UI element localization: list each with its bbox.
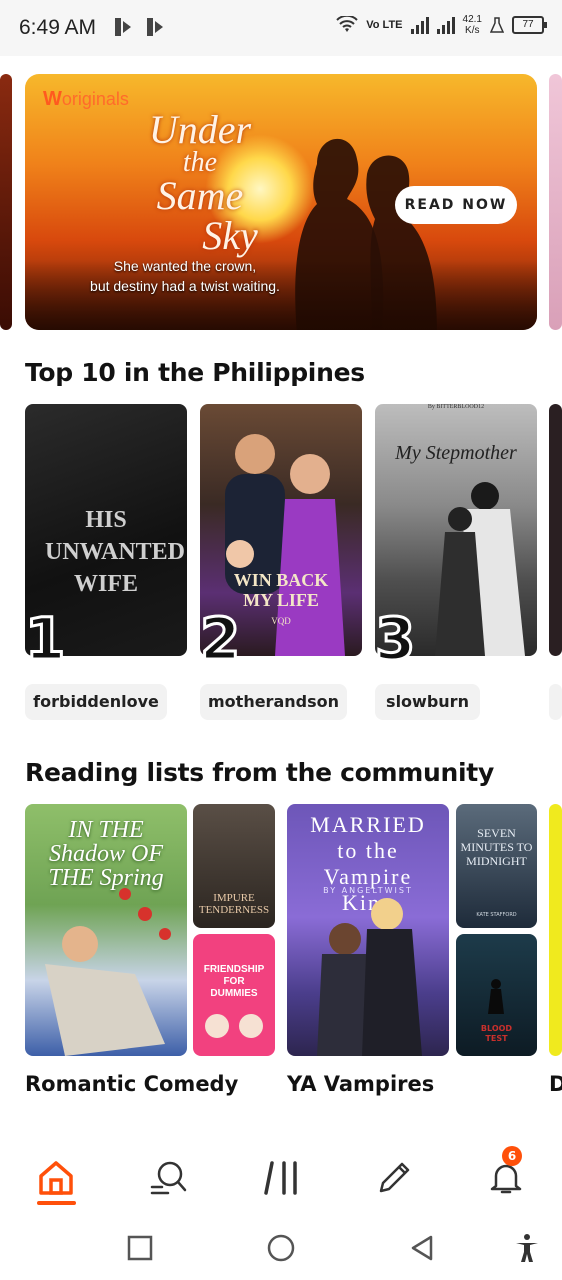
- app-notification-icon: [115, 18, 131, 36]
- nav-search[interactable]: [140, 1150, 196, 1206]
- status-bar: 6:49 AM Vo LTE 42.1 K/s 77: [0, 0, 562, 56]
- back-triangle-icon: [411, 1235, 433, 1261]
- reading-list-name[interactable]: Romantic Comedy: [25, 1072, 238, 1096]
- cover-title: WIN BACK MY LIFE: [233, 570, 329, 610]
- banner-title: Under the Same Sky: [115, 110, 285, 256]
- cover-art: [317, 898, 422, 1056]
- accessibility-icon: [516, 1234, 538, 1262]
- section-title-top10: Top 10 in the Philippines: [25, 358, 365, 387]
- bell-icon: [490, 1164, 522, 1194]
- cover-author: KATE STAFFORD: [476, 912, 517, 918]
- flask-icon: [490, 17, 504, 33]
- banner-tagline: She wanted the crown, but destiny had a …: [65, 256, 305, 296]
- rank-number: 2: [198, 605, 241, 673]
- book-cover-partial[interactable]: [549, 404, 562, 656]
- library-icon: [264, 1161, 297, 1195]
- network-speed-unit: K/s: [465, 25, 480, 36]
- signal-icon: [410, 16, 429, 34]
- cover-title: IN THE Shadow OF THE Spring: [48, 817, 164, 891]
- app-notification-icon: [147, 18, 163, 36]
- cover-art: [205, 1014, 263, 1038]
- system-nav-bar: [0, 1214, 562, 1280]
- banner-title-line: Under: [148, 107, 252, 152]
- rank-number: 1: [23, 605, 66, 673]
- carousel-prev-card[interactable]: [0, 74, 12, 330]
- reading-list-name-partial[interactable]: D: [549, 1072, 562, 1096]
- square-icon: [127, 1235, 153, 1261]
- banner-title-line: Same: [156, 173, 244, 218]
- tag-chip-partial[interactable]: [549, 684, 562, 720]
- battery-icon: 77: [512, 16, 547, 34]
- reading-list-cover-small[interactable]: BLOOD TEST: [456, 934, 537, 1056]
- recent-apps-button[interactable]: [120, 1228, 160, 1268]
- reading-list-cover-small[interactable]: IMPURE TENDERNESS: [193, 804, 275, 928]
- cover-title: HIS UNWANTED WIFE: [45, 507, 186, 597]
- notification-badge: 6: [502, 1146, 522, 1166]
- back-system-button[interactable]: [402, 1228, 442, 1268]
- tagline-line: She wanted the crown,: [113, 258, 257, 274]
- circle-icon: [267, 1234, 295, 1262]
- tag-chip[interactable]: motherandson: [200, 684, 347, 720]
- signal-icon: [436, 16, 455, 34]
- reading-list-cover-partial[interactable]: [549, 804, 562, 1056]
- banner-title-line: Sky: [202, 213, 258, 258]
- rank-number: 3: [373, 605, 416, 673]
- network-type: Vo LTE: [366, 19, 403, 31]
- status-time: 6:49 AM: [19, 16, 97, 39]
- section-title-reading-lists: Reading lists from the community: [25, 758, 494, 787]
- reading-list-cover-small[interactable]: FRIENDSHIP FOR DUMMIES: [193, 934, 275, 1056]
- brand-label: originals: [61, 89, 129, 109]
- nav-home[interactable]: [28, 1150, 84, 1206]
- brand-letter: W: [43, 88, 62, 110]
- cover-title: IMPURE TENDERNESS: [198, 892, 270, 916]
- nav-active-indicator: [37, 1201, 76, 1205]
- search-icon: [150, 1161, 187, 1195]
- nav-write[interactable]: [366, 1150, 422, 1206]
- tag-chip[interactable]: forbiddenlove: [25, 684, 167, 720]
- pencil-icon: [379, 1162, 410, 1193]
- cover-title: SEVEN MINUTES TO MIDNIGHT: [460, 826, 533, 868]
- network-speed-value: 42.1: [462, 14, 482, 25]
- network-speed: 42.1 K/s: [463, 14, 482, 36]
- accessibility-button[interactable]: [507, 1228, 547, 1268]
- home-system-button[interactable]: [261, 1228, 301, 1268]
- reading-list-name[interactable]: YA Vampires: [287, 1072, 434, 1096]
- battery-level: 77: [522, 19, 534, 30]
- home-icon: [39, 1161, 73, 1195]
- wifi-icon: [336, 16, 358, 32]
- tagline-line: but destiny had a twist waiting.: [90, 278, 280, 294]
- status-indicators: Vo LTE 42.1 K/s 77: [336, 14, 547, 36]
- reading-list-cover-main[interactable]: MARRIED to the Vampire King BY ANGELTWIS…: [287, 804, 449, 1056]
- cover-title: BLOOD TEST: [480, 1024, 513, 1043]
- reading-list-cover-small[interactable]: SEVEN MINUTES TO MIDNIGHT KATE STAFFORD: [456, 804, 537, 928]
- bottom-nav: [0, 1138, 562, 1214]
- reading-list-cover-main[interactable]: IN THE Shadow OF THE Spring: [25, 804, 187, 1056]
- status-notification-icons: [112, 15, 166, 39]
- read-now-button[interactable]: READ NOW: [395, 186, 517, 224]
- nav-library[interactable]: [254, 1150, 310, 1206]
- carousel-next-card[interactable]: [549, 74, 562, 330]
- wattpad-originals-logo: Woriginals: [43, 88, 129, 111]
- tag-chip[interactable]: slowburn: [375, 684, 480, 720]
